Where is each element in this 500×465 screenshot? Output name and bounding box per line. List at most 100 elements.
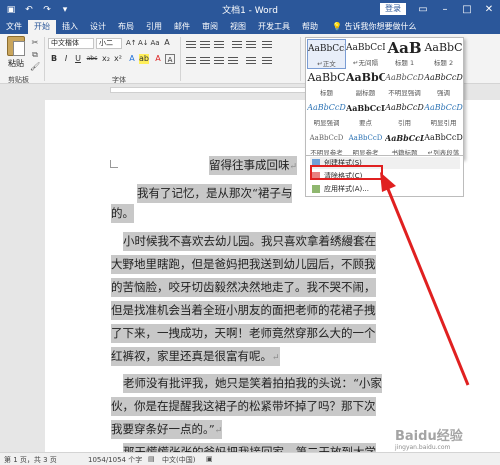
tab-home[interactable]: 开始	[28, 20, 56, 34]
margin-corner-mark	[110, 160, 118, 168]
clipboard-icon	[7, 36, 25, 56]
char-border-icon[interactable]: A	[165, 54, 175, 64]
apply-styles-label: 应用样式(A)...	[324, 185, 369, 193]
justify-icon[interactable]	[228, 55, 238, 64]
watermark: Baidu经验 jingyan.baidu.com	[395, 429, 463, 451]
page-count[interactable]: 第 1 页，共 3 页	[4, 455, 57, 465]
minimize-icon[interactable]: –	[434, 0, 456, 19]
cut-icon[interactable]: ✂	[30, 38, 40, 47]
style-heading-1[interactable]: AaB 标题 1	[385, 39, 424, 69]
multilevel-list-icon[interactable]	[214, 39, 224, 48]
doc-title: 留得往事成回味↵	[209, 156, 298, 175]
font-color-icon[interactable]: A	[153, 54, 163, 64]
tab-mailings[interactable]: 邮件	[168, 20, 196, 34]
style-title[interactable]: AaBbC 标题	[307, 69, 346, 99]
ribbon-tabs: 文件 开始 插入 设计 布局 引用 邮件 审阅 视图 开发工具 帮助 💡 告诉我…	[0, 19, 500, 34]
tab-layout[interactable]: 布局	[112, 20, 140, 34]
maximize-icon[interactable]: □	[456, 0, 478, 19]
style-intense-emphasis[interactable]: AaBbCcD 明显强调	[307, 99, 346, 129]
align-right-icon[interactable]	[214, 55, 224, 64]
save-icon[interactable]: ▣	[4, 3, 18, 17]
doc-line: 伙，你是在提醒我这裙子的松紧带坏掉了吗？那下次	[111, 397, 376, 416]
style-subtitle[interactable]: AaBbC 副标题	[346, 69, 385, 99]
tab-help[interactable]: 帮助	[296, 20, 324, 34]
italic-button[interactable]: I	[61, 54, 71, 64]
tab-review[interactable]: 审阅	[196, 20, 224, 34]
tab-view[interactable]: 视图	[224, 20, 252, 34]
underline-button[interactable]: U	[73, 54, 83, 64]
tab-file[interactable]: 文件	[0, 20, 28, 34]
change-case-icon[interactable]: Aa	[150, 38, 160, 48]
paste-button[interactable]: 粘贴	[4, 36, 28, 76]
style-strong[interactable]: AaBbCcD 要点	[346, 99, 385, 129]
doc-line: 的苦恼脸，咬牙切齿毅然决然地走了。我不哭不闹，	[111, 278, 376, 297]
style-subtle-emphasis[interactable]: AaBbCcD 不明显强调	[385, 69, 424, 99]
style-heading-2[interactable]: AaBbC 标题 2	[424, 39, 463, 69]
increase-indent-icon[interactable]	[246, 39, 256, 48]
align-left-icon[interactable]	[186, 55, 196, 64]
align-center-icon[interactable]	[200, 55, 210, 64]
apply-styles-item[interactable]: 应用样式(A)...	[310, 183, 460, 195]
tab-insert[interactable]: 插入	[56, 20, 84, 34]
undo-icon[interactable]: ↶	[22, 3, 36, 17]
doc-line: 老师没有批评我，她只是笑着拍拍我的头说：“小家	[123, 374, 382, 393]
styles-gallery: AaBbCcD↵正文 AaBbCcD↵无间隔 AaB标题 1 AaBbC标题 2…	[305, 37, 464, 159]
format-painter-icon[interactable]: 🖌	[30, 62, 40, 71]
tab-developer[interactable]: 开发工具	[252, 20, 296, 34]
doc-line: 但是找准机会当着全班小朋友的面把老师的花裙子拽	[111, 301, 376, 320]
shrink-font-icon[interactable]: A↓	[138, 38, 149, 48]
ribbon-display-options-icon[interactable]: ▭	[412, 0, 434, 19]
macro-record-icon[interactable]: ▣	[206, 455, 213, 463]
doc-line: 那天慌慌张张的爸妈把我接回家，第二天放到大学	[123, 443, 376, 452]
doc-line: 小时候我不喜欢去幼儿园。我只喜欢拿着绣縵套在	[123, 232, 376, 251]
tab-references[interactable]: 引用	[140, 20, 168, 34]
style-quote[interactable]: AaBbCcD 引用	[385, 99, 424, 129]
status-bar: 第 1 页，共 3 页 1054/1054 个字 ▤ 中文(中国) ▣	[0, 452, 500, 465]
bullets-icon[interactable]	[186, 39, 196, 48]
doc-line: 红裤衩，家里还真是很富有呢。↵	[111, 347, 280, 366]
tell-me-search[interactable]: 💡 告诉我你想要做什么	[332, 20, 417, 34]
title-bar: ▣ ↶ ↷ ▾ 文档1 - Word 登录 ▭ – □ ✕	[0, 0, 500, 19]
word-count[interactable]: 1054/1054 个字	[88, 455, 142, 465]
sort-icon[interactable]	[262, 39, 272, 48]
shading-icon[interactable]	[262, 55, 272, 64]
bold-button[interactable]: B	[49, 54, 59, 64]
lightbulb-icon: 💡	[332, 22, 345, 31]
tab-design[interactable]: 设计	[84, 20, 112, 34]
style-emphasis[interactable]: AaBbCcD 强调	[424, 69, 463, 99]
doc-line: 的。	[111, 204, 134, 223]
highlight-box	[310, 165, 383, 180]
clear-formatting-icon[interactable]: A	[162, 38, 172, 48]
font-name-select[interactable]: 中文楷体	[48, 38, 94, 49]
strikethrough-button[interactable]: abc	[85, 54, 99, 64]
group-divider	[44, 37, 45, 81]
login-button[interactable]: 登录	[380, 3, 406, 15]
highlight-icon[interactable]: ab	[139, 54, 149, 64]
grow-font-icon[interactable]: A↑	[126, 38, 137, 48]
style-normal[interactable]: AaBbCcD↵正文	[307, 39, 346, 69]
font-size-select[interactable]: 小二	[96, 38, 122, 49]
doc-line: 我有了记忆，是从那次“裙子与	[137, 184, 293, 203]
copy-icon[interactable]: ⧉	[30, 50, 40, 59]
style-intense-quote[interactable]: AaBbCcD 明显引用	[424, 99, 463, 129]
numbering-icon[interactable]	[200, 39, 210, 48]
word-window: ▣ ↶ ↷ ▾ 文档1 - Word 登录 ▭ – □ ✕ 文件 开始 插入 设…	[0, 0, 500, 465]
redo-icon[interactable]: ↷	[40, 3, 54, 17]
subscript-button[interactable]: x₂	[101, 54, 111, 64]
decrease-indent-icon[interactable]	[232, 39, 242, 48]
group-divider	[300, 37, 301, 81]
quick-access-dropdown-icon[interactable]: ▾	[58, 3, 72, 17]
style-no-spacing[interactable]: AaBbCcD↵无间隔	[346, 39, 385, 69]
close-icon[interactable]: ✕	[478, 0, 500, 19]
group-divider	[180, 37, 181, 81]
doc-line: 了下来，一拽成功，天啊！老师竟然穿那么大的一个	[111, 324, 376, 343]
superscript-button[interactable]: x²	[113, 54, 123, 64]
doc-line: 大野地里瞎跑，但是爸妈把我送到幼儿园后，不顾我	[111, 255, 376, 274]
language-status[interactable]: 中文(中国)	[162, 455, 195, 465]
tell-me-text: 告诉我你想要做什么	[344, 22, 417, 31]
proofing-icon[interactable]: ▤	[148, 455, 155, 463]
doc-line: 我要穿条好一点的。”↵	[111, 420, 223, 439]
line-spacing-icon[interactable]	[246, 55, 256, 64]
paste-label: 粘贴	[8, 59, 24, 68]
text-effects-icon[interactable]: A	[127, 54, 137, 64]
